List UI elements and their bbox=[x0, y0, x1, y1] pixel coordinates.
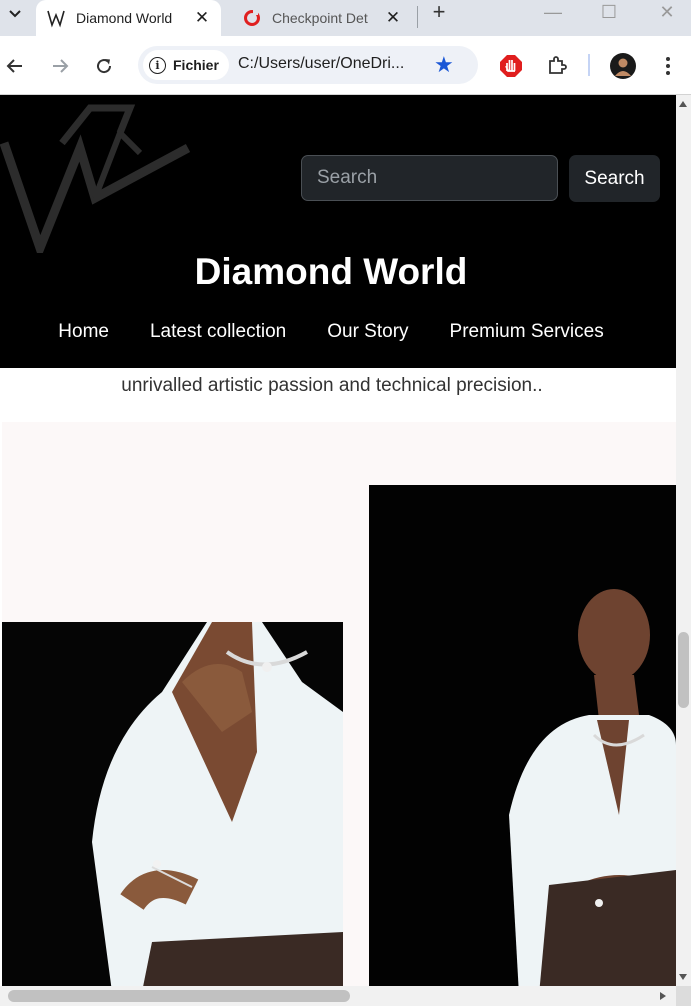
toolbar-divider bbox=[588, 54, 590, 76]
horizontal-scrollbar[interactable] bbox=[0, 986, 676, 1006]
tab-strip: Diamond World ✕ Checkpoint Det ✕ + — ☐ ✕ bbox=[0, 0, 691, 36]
scroll-up-arrow-icon[interactable] bbox=[679, 101, 687, 107]
model-photo-right bbox=[369, 485, 676, 986]
tab-title: Diamond World bbox=[76, 10, 173, 26]
scroll-right-arrow-icon[interactable] bbox=[660, 992, 666, 1000]
tab-title: Checkpoint Det bbox=[272, 10, 368, 26]
nav-premium-services[interactable]: Premium Services bbox=[450, 321, 604, 343]
tagline-text: unrivalled artistic passion and technica… bbox=[121, 375, 543, 396]
maximize-icon[interactable]: ☐ bbox=[594, 0, 624, 24]
nav-home[interactable]: Home bbox=[58, 321, 109, 343]
tab-diamond-world[interactable]: Diamond World ✕ bbox=[36, 0, 221, 36]
close-tab-icon[interactable]: ✕ bbox=[382, 8, 404, 28]
tab-search-chevron-icon[interactable] bbox=[0, 0, 30, 28]
vertical-scroll-thumb[interactable] bbox=[678, 632, 689, 708]
nav-latest-collection[interactable]: Latest collection bbox=[150, 321, 286, 343]
scheme-label: Fichier bbox=[173, 57, 219, 73]
nav-our-story[interactable]: Our Story bbox=[327, 321, 408, 343]
checkpoint-icon bbox=[242, 8, 262, 28]
close-tab-icon[interactable]: ✕ bbox=[191, 8, 213, 28]
scroll-down-arrow-icon[interactable] bbox=[679, 974, 687, 980]
site-info-chip[interactable]: i Fichier bbox=[143, 50, 229, 80]
profile-avatar[interactable] bbox=[610, 53, 636, 79]
main-nav: Home Latest collection Our Story Premium… bbox=[0, 321, 662, 343]
tab-divider bbox=[417, 6, 418, 28]
menu-kebab-icon[interactable] bbox=[655, 53, 681, 79]
browser-toolbar: i Fichier C:/Users/user/OneDri... ★ bbox=[0, 36, 691, 95]
brand-title: Diamond World bbox=[194, 251, 468, 292]
extensions-puzzle-icon[interactable] bbox=[544, 53, 570, 79]
reload-icon[interactable] bbox=[91, 53, 117, 79]
w-logo-icon bbox=[46, 8, 66, 28]
window-close-icon[interactable]: ✕ bbox=[652, 0, 682, 24]
minimize-icon[interactable]: — bbox=[538, 0, 568, 24]
address-bar[interactable]: i Fichier C:/Users/user/OneDri... ★ bbox=[138, 46, 478, 84]
model-photo-left bbox=[2, 622, 343, 986]
vertical-scrollbar[interactable] bbox=[676, 95, 691, 986]
adblock-extension-icon[interactable] bbox=[498, 53, 524, 79]
horizontal-scroll-thumb[interactable] bbox=[8, 990, 350, 1002]
bookmark-star-icon[interactable]: ★ bbox=[434, 52, 454, 78]
scrollbar-corner bbox=[676, 986, 691, 1006]
forward-arrow-icon[interactable] bbox=[47, 53, 73, 79]
page-viewport: unrivalled artistic passion and technica… bbox=[0, 95, 676, 986]
tab-checkpoint[interactable]: Checkpoint Det ✕ bbox=[232, 0, 412, 36]
new-tab-plus-icon[interactable]: + bbox=[427, 0, 451, 24]
search-input[interactable] bbox=[301, 155, 558, 201]
site-header: Search Diamond World Home Latest collect… bbox=[0, 95, 676, 368]
url-text[interactable]: C:/Users/user/OneDri... bbox=[238, 55, 404, 73]
w-logo-watermark-icon bbox=[0, 103, 200, 261]
back-arrow-icon[interactable] bbox=[2, 53, 28, 79]
search-button[interactable]: Search bbox=[569, 155, 660, 202]
info-icon: i bbox=[149, 56, 166, 74]
